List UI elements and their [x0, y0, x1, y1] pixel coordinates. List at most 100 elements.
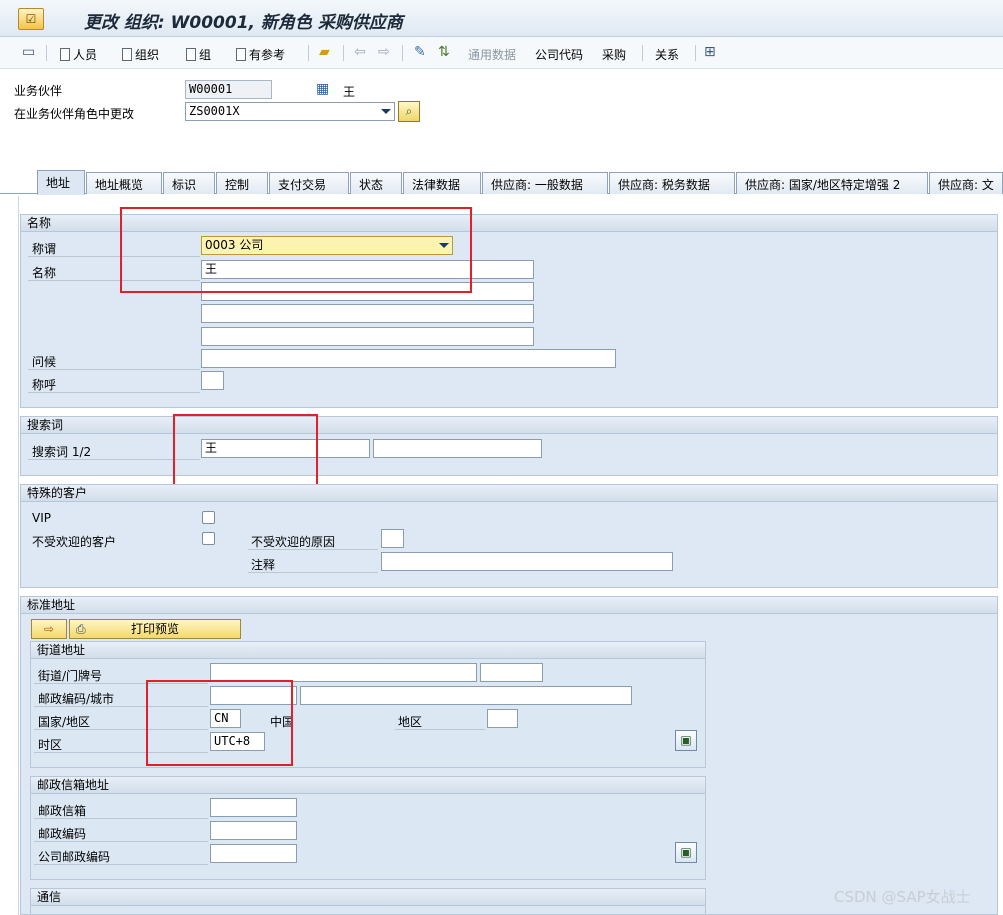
- tab-vendor-general[interactable]: 供应商: 一般数据: [482, 172, 608, 194]
- note-field[interactable]: [381, 552, 673, 571]
- greeting-field[interactable]: [201, 349, 616, 368]
- tab-vendor-text[interactable]: 供应商: 文: [929, 172, 1003, 194]
- company-postal-code-label: 公司邮政编码: [38, 850, 111, 864]
- po-box-field[interactable]: [210, 798, 297, 817]
- display-change-icon[interactable]: ▭: [22, 44, 35, 60]
- application-toolbar: ▭ 人员 组织 组 有参考 ▰ ⇦ ⇨ ✎ ⇅ 通用数据 公司代码 采购 关系 …: [0, 37, 1003, 69]
- purchasing-button[interactable]: 采购: [602, 46, 626, 63]
- create-with-ref-button[interactable]: 有参考: [236, 46, 285, 63]
- watermark-text: CSDN @SAP女战士: [834, 888, 971, 906]
- unwanted-customer-checkbox[interactable]: [202, 532, 215, 545]
- print-preview-button[interactable]: ⎙ 打印预览: [69, 619, 241, 639]
- create-org-button[interactable]: 组织: [122, 46, 159, 63]
- company-code-button[interactable]: 公司代码: [535, 46, 583, 63]
- create-with-ref-label: 有参考: [249, 48, 286, 62]
- tab-control[interactable]: 控制: [216, 172, 268, 194]
- greeting-label: 问候: [32, 355, 57, 369]
- city-field[interactable]: [300, 686, 632, 705]
- new-document-icon: [186, 48, 196, 61]
- print-preview-label: 打印预览: [130, 622, 179, 636]
- standard-address-group-title: 标准地址: [21, 597, 997, 614]
- region-field[interactable]: [487, 709, 518, 728]
- detail-search-icon[interactable]: ⌕: [398, 101, 420, 122]
- tab-strip: 地址 地址概览 标识 控制 支付交易 状态 法律数据 供应商: 一般数据 供应商…: [0, 170, 1003, 195]
- arrow-left-icon[interactable]: ⇦: [354, 44, 366, 60]
- more-fields-icon[interactable]: ▣: [675, 842, 697, 863]
- communication-section: 通信: [30, 888, 706, 915]
- chevron-down-icon: [381, 109, 391, 114]
- po-box-title: 邮政信箱地址: [31, 777, 705, 794]
- po-postal-code-field[interactable]: [210, 821, 297, 840]
- name3-field[interactable]: [201, 304, 534, 323]
- vip-label: VIP: [32, 511, 51, 525]
- bp-label: 业务伙伴: [14, 84, 63, 98]
- role-label: 在业务伙伴角色中更改: [14, 107, 135, 121]
- timezone-label: 时区: [38, 738, 63, 752]
- row-line: [34, 841, 208, 842]
- search-group-title: 搜索词: [21, 417, 997, 434]
- tab-legal-data[interactable]: 法律数据: [403, 172, 481, 194]
- sap-app-icon[interactable]: ☑: [18, 8, 44, 30]
- relations-button[interactable]: 关系: [655, 46, 679, 63]
- address-form-label: 称呼: [32, 378, 57, 392]
- house-number-field[interactable]: [480, 663, 543, 682]
- create-person-button[interactable]: 人员: [60, 46, 97, 63]
- highlight-box-salutation: [120, 207, 472, 293]
- row-line: [395, 729, 485, 730]
- toolbar-separator: [308, 45, 309, 61]
- create-group-button[interactable]: 组: [186, 46, 211, 63]
- toolbar-separator: [402, 45, 403, 61]
- where-used-icon[interactable]: ✎: [414, 44, 426, 60]
- toolbar-separator: [695, 45, 696, 61]
- address-maintain-icon[interactable]: ⇨: [31, 619, 67, 639]
- tab-vendor-country-ext[interactable]: 供应商: 国家/地区特定增强 2: [736, 172, 928, 194]
- postal-city-label: 邮政编码/城市: [38, 692, 115, 706]
- po-postal-code-label: 邮政编码: [38, 827, 87, 841]
- create-person-label: 人员: [73, 48, 98, 62]
- row-line: [248, 549, 378, 550]
- tab-identification[interactable]: 标识: [163, 172, 215, 194]
- toolbar-separator: [46, 45, 47, 61]
- company-postal-code-field[interactable]: [210, 844, 297, 863]
- arrow-right-icon[interactable]: ⇨: [378, 44, 390, 60]
- title-bar: ☑ 更改 组织: W00001, 新角色 采购供应商: [0, 0, 1003, 37]
- new-document-icon: [236, 48, 246, 61]
- create-group-label: 组: [199, 48, 212, 62]
- po-box-label: 邮政信箱: [38, 804, 87, 818]
- note-label: 注释: [251, 558, 276, 572]
- name-label: 名称: [32, 266, 57, 280]
- bp-number-field[interactable]: W00001: [185, 80, 272, 99]
- tab-status[interactable]: 状态: [350, 172, 402, 194]
- tab-payment[interactable]: 支付交易: [269, 172, 349, 194]
- printer-icon: ⎙: [76, 622, 86, 636]
- open-folder-icon[interactable]: ▰: [319, 44, 330, 60]
- role-value: ZS0001X: [189, 104, 240, 118]
- country-label: 国家/地区: [38, 715, 91, 729]
- tab-vendor-tax[interactable]: 供应商: 税务数据: [609, 172, 735, 194]
- organization-icon: ▦: [316, 81, 330, 97]
- search-term-label: 搜索词 1/2: [32, 445, 92, 459]
- communication-title: 通信: [31, 889, 705, 906]
- tab-address[interactable]: 地址: [37, 170, 85, 195]
- window-title: 更改 组织: W00001, 新角色 采购供应商: [84, 13, 403, 33]
- new-document-icon: [122, 48, 132, 61]
- name4-field[interactable]: [201, 327, 534, 346]
- search-term-2-field[interactable]: [373, 439, 542, 458]
- create-org-label: 组织: [135, 48, 160, 62]
- highlight-box-country-timezone: [146, 680, 293, 766]
- new-document-icon: [60, 48, 70, 61]
- salutation-label: 称谓: [32, 242, 57, 256]
- unwanted-reason-field[interactable]: [381, 529, 404, 548]
- row-line: [248, 572, 378, 573]
- unwanted-reason-label: 不受欢迎的原因: [251, 535, 336, 549]
- tab-address-overview[interactable]: 地址概览: [86, 172, 162, 194]
- vip-checkbox[interactable]: [202, 511, 215, 524]
- street-label: 街道/门牌号: [38, 669, 103, 683]
- highlight-box-search-term: [173, 414, 318, 492]
- role-select[interactable]: ZS0001X: [185, 102, 395, 121]
- switch-icon[interactable]: ⇅: [438, 44, 450, 60]
- general-data-button[interactable]: 通用数据: [468, 46, 516, 63]
- extra-icon[interactable]: ⊞: [704, 44, 716, 60]
- address-form-field[interactable]: [201, 371, 224, 390]
- more-fields-icon[interactable]: ▣: [675, 730, 697, 751]
